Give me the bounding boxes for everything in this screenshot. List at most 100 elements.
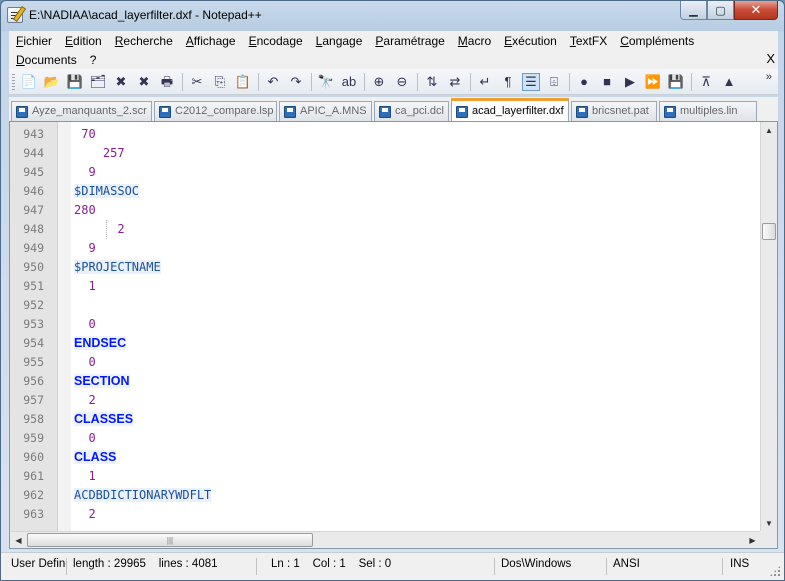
- tab-ayze-manquants-2-scr[interactable]: Ayze_manquants_2.scr: [11, 101, 152, 121]
- print-icon[interactable]: 🖶: [159, 74, 175, 90]
- code-line[interactable]: 959 0: [10, 429, 760, 448]
- resize-grip-icon[interactable]: [769, 565, 781, 577]
- close-window-button[interactable]: ✕: [734, 1, 778, 20]
- scrollbar-corner: [760, 531, 777, 548]
- code-line[interactable]: 946 $DIMASSOC: [10, 182, 760, 201]
- menu-documents[interactable]: Documents: [9, 51, 83, 70]
- menu-row-1: Fichier Edition Recherche Affichage Encodage…: [9, 32, 700, 51]
- scroll-down-arrow-icon[interactable]: ▼: [761, 515, 777, 532]
- code-line[interactable]: 949 9: [10, 239, 760, 258]
- code-line[interactable]: 958 CLASSES: [10, 410, 760, 429]
- user-defined-lang-icon[interactable]: ⌹: [546, 74, 562, 90]
- scroll-up-arrow-icon[interactable]: ▲: [761, 122, 777, 139]
- code-line[interactable]: 951 1: [10, 277, 760, 296]
- title-bar[interactable]: E:\NADIAA\acad_layerfilter.dxf - Notepad…: [1, 1, 784, 30]
- editor-pane[interactable]: 943 70 944 257 945 9 946 $DIMASSOC 947 280 948 …: [9, 121, 778, 549]
- sync-vertical-icon[interactable]: ⇅: [424, 74, 440, 90]
- close-icon[interactable]: ✖: [113, 74, 129, 90]
- vertical-scroll-thumb[interactable]: [762, 223, 776, 240]
- menu-recherche[interactable]: Recherche: [108, 32, 179, 51]
- play-macro-icon[interactable]: ▶: [622, 74, 638, 90]
- tab-c2012-compare-lsp[interactable]: C2012_compare.lsp: [154, 101, 277, 121]
- minimize-button[interactable]: ▁: [680, 1, 707, 20]
- save-all-icon[interactable]: 🗂: [90, 74, 107, 90]
- saved-disk-icon: [379, 106, 391, 118]
- open-file-icon[interactable]: 📂: [44, 74, 60, 90]
- code-line[interactable]: 956 SECTION: [10, 372, 760, 391]
- menu-fichier[interactable]: Fichier: [9, 32, 58, 51]
- code-line[interactable]: 945 9: [10, 163, 760, 182]
- line-number: 955: [23, 355, 44, 369]
- line-number: 949: [23, 241, 44, 255]
- code-text: 257: [74, 146, 125, 160]
- zoom-in-icon[interactable]: ⊕: [371, 74, 387, 90]
- code-line[interactable]: 952: [10, 296, 760, 315]
- trim-icon[interactable]: ⊼: [698, 74, 714, 90]
- vertical-scrollbar[interactable]: ▲ ▼: [760, 122, 777, 532]
- toolbar-grip[interactable]: [12, 74, 15, 90]
- menu-textfx[interactable]: TextFX: [563, 32, 613, 51]
- paste-icon[interactable]: 📋: [235, 74, 251, 90]
- code-line[interactable]: 957 2: [10, 391, 760, 410]
- save-macro-icon[interactable]: 💾: [668, 74, 684, 90]
- tab-apic-a-mns[interactable]: APIC_A.MNS: [279, 101, 372, 121]
- code-text: ACDBDICTIONARYWDFLT: [74, 488, 212, 502]
- close-document-button[interactable]: X: [766, 51, 775, 66]
- cut-icon[interactable]: ✂: [189, 74, 205, 90]
- find-icon[interactable]: 🔭: [318, 74, 334, 90]
- copy-icon[interactable]: ⎘: [212, 74, 228, 90]
- show-all-chars-icon[interactable]: ¶: [500, 74, 516, 90]
- indent-guide-icon[interactable]: ☰: [522, 73, 540, 91]
- replace-icon[interactable]: ab: [341, 74, 357, 90]
- menu-macro[interactable]: Macro: [451, 32, 497, 51]
- stop-record-icon[interactable]: ■: [599, 74, 615, 90]
- code-line[interactable]: 948 2: [10, 220, 760, 239]
- menu-affichage[interactable]: Affichage: [179, 32, 242, 51]
- tab-ca-pci-dcl[interactable]: ca_pci.dcl: [374, 101, 449, 121]
- menu-row-2: Documents?: [9, 51, 102, 70]
- maximize-button[interactable]: ▢: [707, 1, 734, 20]
- code-line[interactable]: 955 0: [10, 353, 760, 372]
- code-line[interactable]: 963 2: [10, 505, 760, 524]
- code-line[interactable]: 947 280: [10, 201, 760, 220]
- run-macro-multiple-icon[interactable]: ⏩: [645, 74, 661, 90]
- redo-icon[interactable]: ↷: [288, 74, 304, 90]
- sync-horizontal-icon[interactable]: ⇄: [447, 74, 463, 90]
- scroll-left-arrow-icon[interactable]: ◀: [10, 532, 27, 548]
- code-line[interactable]: 950 $PROJECTNAME: [10, 258, 760, 277]
- menu-compléments[interactable]: Compléments: [613, 32, 700, 51]
- code-line[interactable]: 962 ACDBDICTIONARYWDFLT: [10, 486, 760, 505]
- zoom-out-icon[interactable]: ⊖: [394, 74, 410, 90]
- tab-bricsnet-pat[interactable]: bricsnet.pat: [571, 101, 657, 121]
- menu-help[interactable]: ?: [83, 51, 103, 70]
- scroll-right-arrow-icon[interactable]: ▶: [744, 532, 761, 548]
- horizontal-scrollbar[interactable]: ◀ ||| ▶: [10, 531, 761, 548]
- new-file-icon[interactable]: 📄: [21, 74, 37, 90]
- close-all-icon[interactable]: ✖: [136, 74, 152, 90]
- text-area[interactable]: 943 70 944 257 945 9 946 $DIMASSOC 947 280 948 …: [10, 125, 760, 531]
- tab-multiples-lin[interactable]: multiples.lin: [659, 101, 757, 121]
- menu-edition[interactable]: Edition: [58, 32, 108, 51]
- line-number: 961: [23, 469, 44, 483]
- menu-exécution[interactable]: Exécution: [497, 32, 563, 51]
- line-number: 956: [23, 374, 44, 388]
- horizontal-scroll-thumb[interactable]: |||: [27, 533, 313, 547]
- code-line[interactable]: 961 1: [10, 467, 760, 486]
- code-line[interactable]: 944 257: [10, 144, 760, 163]
- code-line[interactable]: 953 0: [10, 315, 760, 334]
- undo-icon[interactable]: ↶: [265, 74, 281, 90]
- code-line[interactable]: 954 ENDSEC: [10, 334, 760, 353]
- tab-acad-layerfilter-dxf[interactable]: acad_layerfilter.dxf: [451, 98, 569, 121]
- line-number: 948: [23, 222, 44, 236]
- trim-up-icon[interactable]: ▲: [721, 74, 737, 90]
- menu-encodage[interactable]: Encodage: [242, 32, 309, 51]
- menu-paramétrage[interactable]: Paramétrage: [368, 32, 450, 51]
- save-icon[interactable]: 💾: [67, 74, 83, 90]
- menu-langage[interactable]: Langage: [309, 32, 369, 51]
- record-macro-icon[interactable]: ●: [576, 74, 592, 90]
- code-line[interactable]: 943 70: [10, 125, 760, 144]
- toolbar-overflow-button[interactable]: »: [766, 71, 772, 83]
- word-wrap-icon[interactable]: ↵: [477, 74, 493, 90]
- code-line[interactable]: 960 CLASS: [10, 448, 760, 467]
- line-number: 951: [23, 279, 44, 293]
